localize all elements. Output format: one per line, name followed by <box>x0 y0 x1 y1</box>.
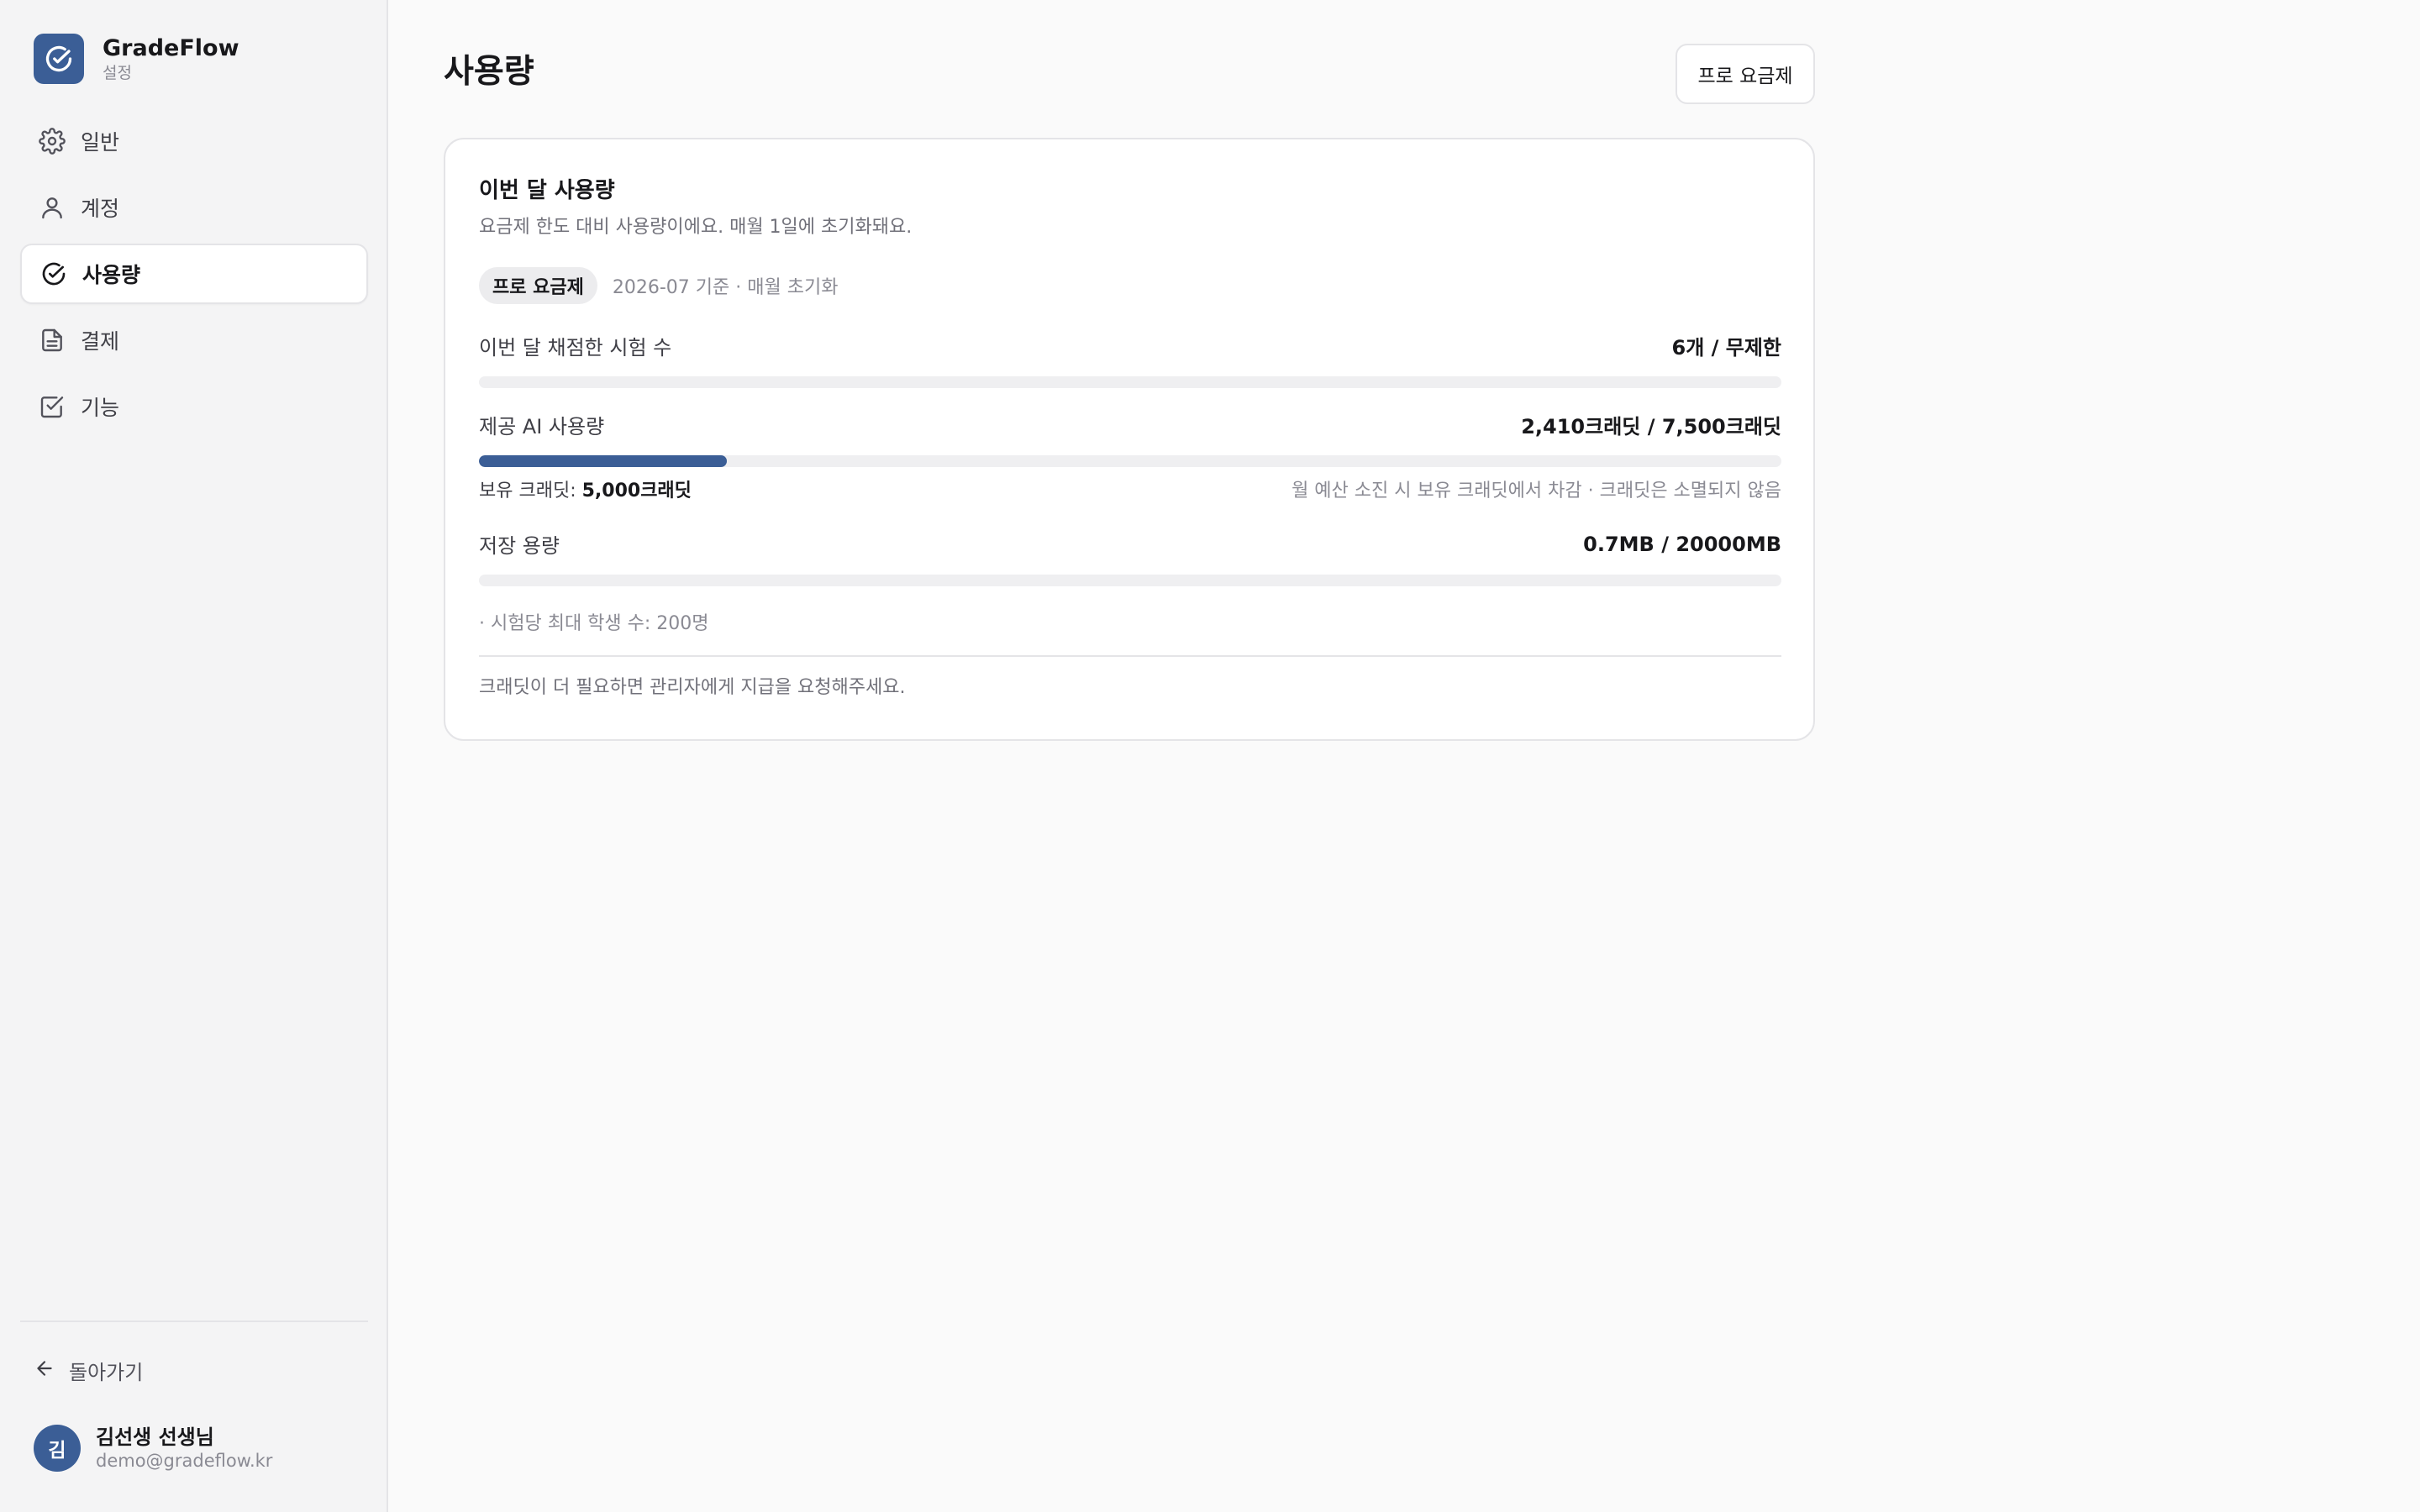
check-circle-icon <box>39 259 69 289</box>
user-icon <box>37 192 67 223</box>
sidebar-item-features[interactable]: 기능 <box>20 376 368 437</box>
brand: GradeFlow 설정 <box>34 34 239 84</box>
user-profile[interactable]: 김 김선생 선생님 demo@gradeflow.kr <box>34 1425 272 1472</box>
sidebar: GradeFlow 설정 일반 계정 사용량 결제 기능 돌아가기 김 김선생 … <box>0 0 388 1512</box>
user-email: demo@gradeflow.kr <box>96 1451 273 1471</box>
plan-row: 프로 요금제 2026-07 기준 · 매월 초기화 <box>479 267 838 304</box>
credits-balance: 보유 크래딧: 5,000크래딧 <box>479 475 692 502</box>
progress-bar-ai-usage <box>479 455 1781 467</box>
plan-button[interactable]: 프로 요금제 <box>1676 44 1815 104</box>
credits-amount: 5,000크래딧 <box>581 480 692 501</box>
checkbox-icon <box>37 391 67 422</box>
brand-name: GradeFlow <box>103 35 239 61</box>
brand-logo-icon <box>34 34 84 84</box>
footer-note: 크래딧이 더 필요하면 관리자에게 지급을 요청해주세요. <box>479 677 906 698</box>
sidebar-item-label: 사용량 <box>82 263 141 287</box>
back-link[interactable]: 돌아가기 <box>34 1356 143 1385</box>
metric-label: 저장 용량 <box>479 534 560 558</box>
sidebar-item-billing[interactable]: 결제 <box>20 310 368 370</box>
usage-card: 이번 달 사용량 요금제 한도 대비 사용량이에요. 매월 1일에 초기화돼요.… <box>444 138 1815 741</box>
sidebar-divider <box>20 1320 368 1322</box>
sidebar-item-label: 기능 <box>81 396 120 420</box>
sidebar-item-usage[interactable]: 사용량 <box>20 244 368 304</box>
avatar: 김 <box>34 1425 81 1472</box>
card-divider <box>479 655 1781 657</box>
metric-label: 제공 AI 사용량 <box>479 415 605 438</box>
gear-icon <box>37 126 67 156</box>
metric-value: 2,410크래딧 / 7,500크래딧 <box>1521 415 1781 438</box>
sidebar-item-label: 계정 <box>81 197 120 221</box>
metric-value: 6개 / 무제한 <box>1671 336 1782 360</box>
arrow-left-icon <box>34 1357 55 1384</box>
plan-meta: 2026-07 기준 · 매월 초기화 <box>612 277 839 298</box>
metric-row-exams: 이번 달 채점한 시험 수 6개 / 무제한 <box>479 331 1781 360</box>
sidebar-item-label: 결제 <box>81 329 120 354</box>
card-title: 이번 달 사용량 <box>479 178 615 203</box>
progress-bar-exams <box>479 376 1781 388</box>
limit-note: · 시험당 최대 학생 수: 200명 <box>479 613 709 634</box>
page-title: 사용량 <box>444 53 534 91</box>
sidebar-item-general[interactable]: 일반 <box>20 111 368 171</box>
back-link-label: 돌아가기 <box>69 1361 144 1384</box>
metric-value: 0.7MB / 20000MB <box>1583 532 1781 556</box>
credits-row: 보유 크래딧: 5,000크래딧 월 예산 소진 시 보유 크래딧에서 차감 ·… <box>479 475 1781 502</box>
user-name: 김선생 선생님 <box>96 1425 214 1449</box>
metric-row-storage: 저장 용량 0.7MB / 20000MB <box>479 529 1781 559</box>
brand-subtitle: 설정 <box>103 64 132 82</box>
metric-row-ai-usage: 제공 AI 사용량 2,410크래딧 / 7,500크래딧 <box>479 410 1781 439</box>
document-icon <box>37 325 67 355</box>
settings-app: GradeFlow 설정 일반 계정 사용량 결제 기능 돌아가기 김 김선생 … <box>0 0 2420 1512</box>
progress-bar-storage <box>479 575 1781 586</box>
metric-label: 이번 달 채점한 시험 수 <box>479 336 672 360</box>
sidebar-item-label: 일반 <box>81 130 120 155</box>
plan-badge: 프로 요금제 <box>479 267 597 304</box>
sidebar-nav: 일반 계정 사용량 결제 기능 <box>20 111 368 443</box>
credits-prefix: 보유 크래딧: <box>479 480 576 501</box>
credits-note: 월 예산 소진 시 보유 크래딧에서 차감 · 크래딧은 소멸되지 않음 <box>1292 480 1781 501</box>
progress-fill <box>479 455 727 467</box>
sidebar-item-account[interactable]: 계정 <box>20 177 368 238</box>
card-description: 요금제 한도 대비 사용량이에요. 매월 1일에 초기화돼요. <box>479 217 913 238</box>
